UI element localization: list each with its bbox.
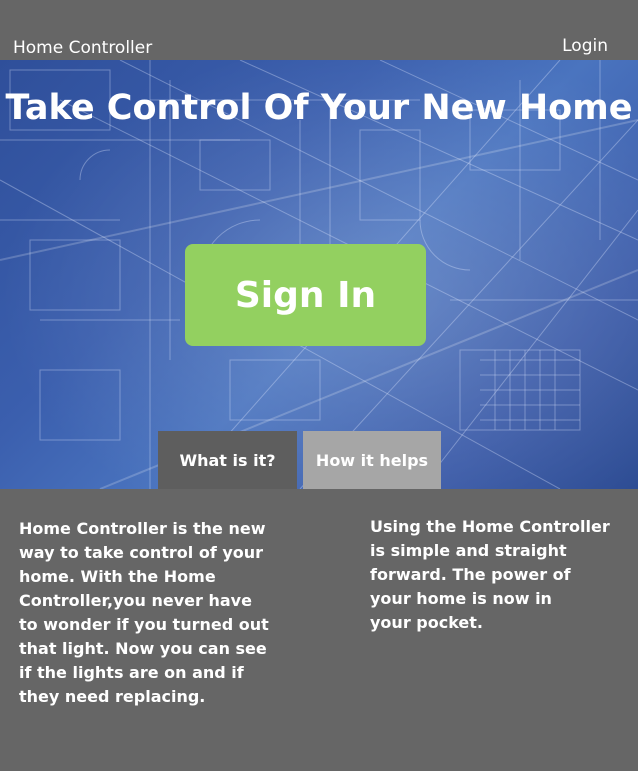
top-bar: Home Controller Login [0,0,638,60]
hero-title: Take Control Of Your New Home [5,88,633,128]
hero-banner: Take Control Of Your New Home Sign In Wh… [0,60,638,489]
tab-what-is-it[interactable]: What is it? [158,431,297,489]
tab-how-it-helps[interactable]: How it helps [303,431,441,489]
sign-in-button[interactable]: Sign In [185,244,426,346]
how-it-helps-description: Using the Home Controller is simple and … [370,517,610,632]
brand-title: Home Controller [13,38,153,58]
login-link[interactable]: Login [562,36,608,56]
what-is-it-description: Home Controller is the new way to take c… [19,519,269,706]
